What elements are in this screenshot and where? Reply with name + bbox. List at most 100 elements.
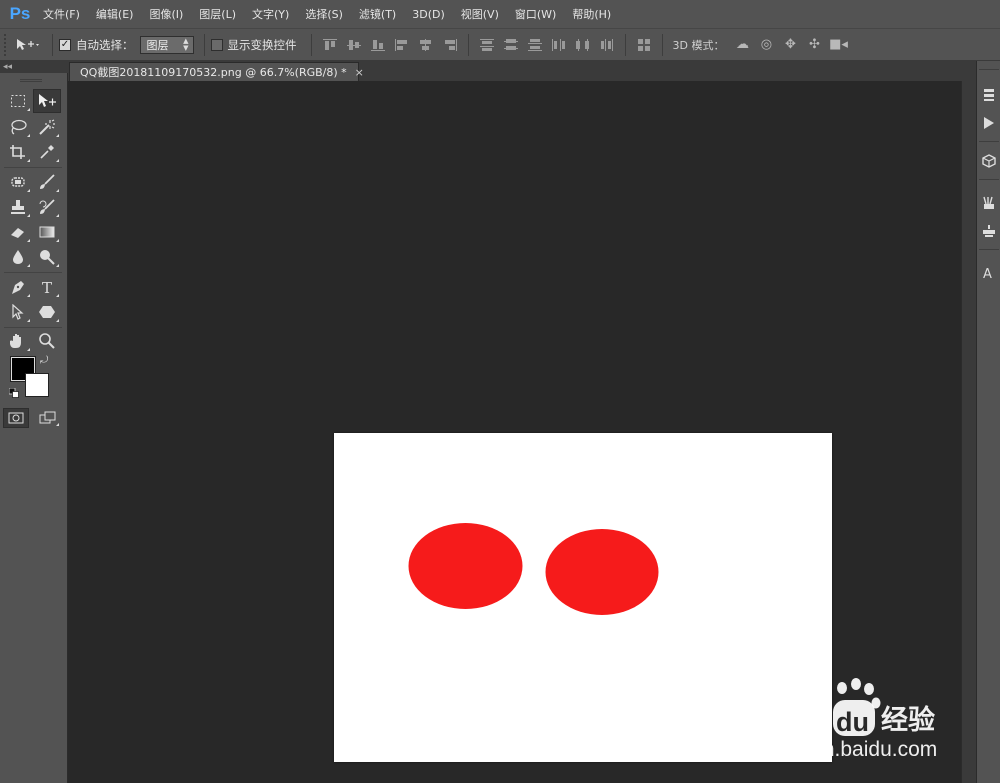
swap-colors-icon[interactable]: ⤾ bbox=[40, 355, 48, 366]
clone-stamp-tool[interactable] bbox=[4, 195, 32, 219]
distribute-left-button[interactable] bbox=[547, 34, 571, 56]
auto-align-layers-button[interactable] bbox=[632, 34, 656, 56]
distribute-hcenter-button[interactable] bbox=[571, 34, 595, 56]
type-tool[interactable]: T bbox=[33, 275, 61, 299]
red-ellipse-right[interactable] bbox=[545, 529, 659, 615]
align-right-icon bbox=[444, 38, 457, 51]
align-horizontal-centers-button[interactable] bbox=[414, 34, 438, 56]
magic-wand-tool[interactable] bbox=[33, 115, 61, 139]
menu-type[interactable]: 文字(Y) bbox=[252, 6, 289, 22]
distribute-right-button[interactable] bbox=[595, 34, 619, 56]
scale-3d-button[interactable]: ■◂ bbox=[826, 34, 850, 56]
play-icon bbox=[984, 117, 994, 129]
gradient-tool[interactable] bbox=[33, 220, 61, 244]
auto-select-checkbox[interactable]: ✓ bbox=[59, 38, 71, 51]
align-top-edges-button[interactable] bbox=[318, 34, 342, 56]
rectangular-marquee-tool[interactable] bbox=[4, 89, 32, 113]
auto-select-target-dropdown[interactable]: 图层 ▲ ▼ bbox=[139, 35, 194, 54]
watermark-brand-cn: 经验 bbox=[881, 704, 935, 736]
red-ellipse-left[interactable] bbox=[408, 523, 523, 609]
blur-drop-icon bbox=[13, 250, 23, 264]
menu-edit[interactable]: 编辑(E) bbox=[96, 6, 134, 22]
history-panel-button[interactable] bbox=[977, 83, 1000, 107]
move-tool-icon bbox=[17, 38, 39, 50]
zoom-tool[interactable] bbox=[33, 329, 61, 353]
menu-window[interactable]: 窗口(W) bbox=[515, 6, 556, 22]
background-color-swatch[interactable] bbox=[25, 373, 49, 397]
roll-3d-button[interactable]: ◎ bbox=[754, 34, 778, 56]
distribute-top-button[interactable] bbox=[475, 34, 499, 56]
screen-mode-button[interactable] bbox=[35, 408, 61, 428]
distribute-vcenter-button[interactable] bbox=[499, 34, 523, 56]
brush-tool[interactable] bbox=[33, 170, 61, 194]
3d-panel-button[interactable] bbox=[977, 149, 1000, 173]
distribute-bottom-button[interactable] bbox=[523, 34, 547, 56]
document-tab[interactable]: QQ截图20181109170532.png @ 66.7%(RGB/8) * … bbox=[69, 62, 364, 81]
lasso-tool[interactable] bbox=[4, 115, 32, 139]
pen-tool[interactable] bbox=[4, 275, 32, 299]
clone-source-panel-button[interactable] bbox=[977, 219, 1000, 243]
move-tool-preset-picker[interactable] bbox=[10, 33, 46, 57]
shape-tool[interactable] bbox=[33, 300, 61, 324]
document-canvas[interactable] bbox=[334, 433, 832, 762]
slide-3d-icon: ✣ bbox=[809, 37, 820, 52]
watermark-brand-right: du bbox=[836, 707, 869, 737]
align-vertical-centers-button[interactable] bbox=[342, 34, 366, 56]
hand-icon bbox=[10, 334, 21, 348]
brush-presets-icon bbox=[983, 196, 994, 209]
close-icon[interactable]: × bbox=[355, 66, 364, 79]
align-hcenter-icon bbox=[419, 38, 431, 51]
slide-3d-button[interactable]: ✣ bbox=[802, 34, 826, 56]
quick-mask-button[interactable] bbox=[3, 408, 29, 428]
baidu-jingyan-watermark: Bai du 经验 jingyan.baidu.com bbox=[768, 678, 937, 761]
path-selection-tool[interactable] bbox=[4, 300, 32, 324]
drag-3d-icon: ✥ bbox=[785, 37, 796, 52]
tools-grip[interactable] bbox=[20, 79, 42, 82]
tools-collapse-bar[interactable]: ◂◂ bbox=[0, 61, 68, 73]
spot-healing-brush-tool[interactable] bbox=[4, 170, 32, 194]
default-colors-icon[interactable] bbox=[9, 388, 19, 398]
options-divider bbox=[203, 33, 205, 56]
options-divider bbox=[310, 33, 312, 56]
move-icon bbox=[39, 94, 56, 107]
show-transform-checkbox[interactable] bbox=[210, 38, 223, 51]
history-brush-tool[interactable] bbox=[33, 195, 61, 219]
pen-icon bbox=[12, 281, 24, 294]
watermark-url: jingyan.baidu.com bbox=[768, 738, 937, 761]
menu-view[interactable]: 视图(V) bbox=[461, 6, 499, 22]
hand-tool[interactable] bbox=[4, 329, 32, 353]
align-left-edges-button[interactable] bbox=[390, 34, 414, 56]
eyedropper-tool[interactable] bbox=[33, 140, 61, 164]
menu-3d[interactable]: 3D(D) bbox=[412, 8, 445, 21]
blur-tool[interactable] bbox=[4, 245, 32, 269]
menu-file[interactable]: 文件(F) bbox=[43, 6, 80, 22]
character-panel-button[interactable]: A bbox=[977, 261, 1000, 285]
brush-presets-panel-button[interactable] bbox=[977, 191, 1000, 215]
eyedropper-icon bbox=[40, 145, 54, 159]
roll-3d-icon: ◎ bbox=[760, 37, 773, 52]
menu-filter[interactable]: 滤镜(T) bbox=[359, 6, 396, 22]
svg-text:T: T bbox=[42, 279, 52, 295]
crop-tool[interactable] bbox=[4, 140, 32, 164]
menu-layer[interactable]: 图层(L) bbox=[199, 6, 236, 22]
options-divider bbox=[661, 33, 663, 56]
menu-select[interactable]: 选择(S) bbox=[305, 6, 343, 22]
dodge-tool[interactable] bbox=[33, 245, 61, 269]
options-divider bbox=[467, 33, 469, 56]
drag-3d-button[interactable]: ✥ bbox=[778, 34, 802, 56]
tools-panel: T ⤾ bbox=[0, 73, 68, 783]
polygon-shape-icon bbox=[39, 306, 55, 318]
panel-divider bbox=[979, 141, 999, 142]
align-bottom-edges-button[interactable] bbox=[366, 34, 390, 56]
document-tab-title: QQ截图20181109170532.png @ 66.7%(RGB/8) * bbox=[80, 66, 347, 79]
rotate-3d-button[interactable]: ☁ bbox=[730, 34, 754, 56]
path-selection-icon bbox=[12, 304, 24, 320]
options-divider bbox=[624, 33, 626, 56]
actions-panel-button[interactable] bbox=[977, 111, 1000, 135]
menu-help[interactable]: 帮助(H) bbox=[572, 6, 611, 22]
menu-image[interactable]: 图像(I) bbox=[149, 6, 183, 22]
eraser-tool[interactable] bbox=[4, 220, 32, 244]
distribute-right-icon bbox=[600, 38, 613, 51]
align-right-edges-button[interactable] bbox=[438, 34, 462, 56]
move-tool[interactable] bbox=[33, 89, 61, 113]
